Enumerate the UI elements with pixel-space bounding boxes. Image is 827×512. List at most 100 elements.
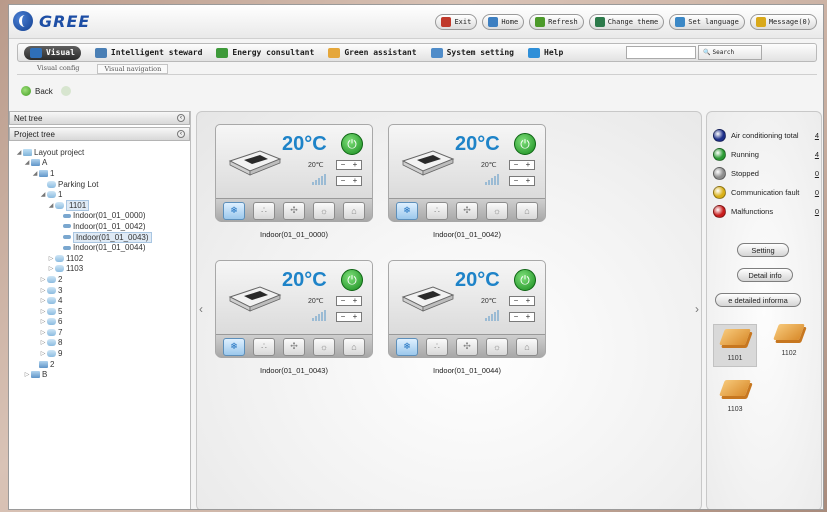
tree-toggle-icon[interactable]: ▷ — [39, 318, 47, 325]
menu-help[interactable]: Help — [528, 47, 563, 58]
status-count[interactable]: 0 — [809, 188, 819, 197]
tree-node[interactable]: ▷ 1103 — [9, 264, 190, 275]
tree-node[interactable]: ▷ 2 — [9, 274, 190, 285]
power-button-icon[interactable]: ⏻ — [514, 269, 536, 291]
tree-toggle-icon[interactable]: ▷ — [39, 308, 47, 315]
increase-temp-button[interactable]: + — [353, 297, 358, 305]
tree-toggle-icon[interactable]: ◢ — [15, 149, 23, 156]
temperature-stepper[interactable]: − + — [509, 160, 535, 170]
increase-temp-button[interactable]: + — [526, 161, 531, 169]
tree-toggle-icon[interactable]: ◢ — [39, 191, 47, 198]
auto-icon[interactable]: ⌂ — [343, 201, 365, 220]
decrease-fan-button[interactable]: − — [341, 313, 346, 321]
tree-node[interactable]: ▷ 1102 — [9, 253, 190, 264]
auto-icon[interactable]: ⌂ — [343, 337, 365, 356]
building-item[interactable]: 1102 — [767, 324, 811, 357]
tree-node[interactable]: ◢ 1 — [9, 168, 190, 179]
indoor-unit-card[interactable]: 20°C ⏻ 20℃ − + − + ❄ ∴ ✣ ☼ ⌂ — [388, 260, 546, 358]
collapse-icon[interactable]: ‹ — [177, 130, 185, 138]
indoor-unit-card[interactable]: 20°C ⏻ 20℃ − + − + ❄ ∴ ✣ ☼ ⌂ — [388, 124, 546, 222]
auto-icon[interactable]: ⌂ — [516, 201, 538, 220]
status-count[interactable]: 0 — [809, 169, 819, 178]
tree-node[interactable]: ▷ 3 — [9, 285, 190, 296]
auto-icon[interactable]: ⌂ — [516, 337, 538, 356]
tree-toggle-icon[interactable]: ▷ — [39, 287, 47, 294]
tree-toggle-icon[interactable]: ▷ — [39, 276, 47, 283]
top-action-change-theme[interactable]: Change theme — [588, 14, 665, 30]
detail-info-button[interactable]: Detail info — [737, 268, 793, 282]
fan-speed-stepper[interactable]: − + — [336, 312, 362, 322]
dry-icon[interactable]: ∴ — [426, 337, 448, 356]
decrease-temp-button[interactable]: − — [514, 297, 519, 305]
fan-icon[interactable]: ✣ — [283, 201, 305, 220]
top-action-message[interactable]: Message(0) — [749, 14, 817, 30]
cool-icon[interactable]: ❄ — [396, 337, 418, 356]
increase-temp-button[interactable]: + — [353, 161, 358, 169]
setting-button[interactable]: Setting — [737, 243, 789, 257]
tree-node[interactable]: Indoor(01_01_0000) — [9, 211, 190, 222]
decrease-fan-button[interactable]: − — [514, 313, 519, 321]
search-input[interactable] — [626, 46, 696, 59]
tree-node[interactable]: ▷ 5 — [9, 306, 190, 317]
cool-icon[interactable]: ❄ — [396, 201, 418, 220]
forward-arrow-icon[interactable] — [60, 86, 71, 96]
tree-node[interactable]: ▷ 8 — [9, 338, 190, 349]
fan-icon[interactable]: ✣ — [456, 201, 478, 220]
tree-node[interactable]: ◢ 1 — [9, 189, 190, 200]
tree-toggle-icon[interactable]: ▷ — [23, 371, 31, 378]
increase-fan-button[interactable]: + — [526, 313, 531, 321]
cool-icon[interactable]: ❄ — [223, 201, 245, 220]
tree-node[interactable]: Indoor(01_01_0042) — [9, 221, 190, 232]
status-count[interactable]: 4 — [809, 150, 819, 159]
fan-speed-stepper[interactable]: − + — [509, 176, 535, 186]
heat-icon[interactable]: ☼ — [486, 201, 508, 220]
back-button[interactable]: Back — [35, 87, 53, 96]
heat-icon[interactable]: ☼ — [313, 337, 335, 356]
scroll-right-icon[interactable]: › — [695, 302, 701, 322]
dry-icon[interactable]: ∴ — [426, 201, 448, 220]
tree-node[interactable]: ▷ 4 — [9, 295, 190, 306]
tree-toggle-icon[interactable]: ▷ — [39, 297, 47, 304]
power-button-icon[interactable]: ⏻ — [341, 133, 363, 155]
tree-node[interactable]: ▷ 7 — [9, 327, 190, 338]
tree-node[interactable]: ◢ Layout project — [9, 147, 190, 158]
top-action-home[interactable]: Home — [482, 14, 525, 30]
temperature-stepper[interactable]: − + — [336, 160, 362, 170]
increase-temp-button[interactable]: + — [526, 297, 531, 305]
increase-fan-button[interactable]: + — [353, 313, 358, 321]
tree-toggle-icon[interactable]: ▷ — [47, 255, 55, 262]
project-tree-header[interactable]: Project tree ‹ — [9, 127, 190, 141]
dry-icon[interactable]: ∴ — [253, 201, 275, 220]
building-item[interactable]: 1101 — [713, 324, 757, 367]
menu-energy-consultant[interactable]: Energy consultant — [216, 47, 314, 58]
net-tree-header[interactable]: Net tree ‹ — [9, 111, 190, 125]
increase-fan-button[interactable]: + — [353, 177, 358, 185]
top-action-set-language[interactable]: Set language — [669, 14, 745, 30]
tree-toggle-icon[interactable]: ▷ — [39, 329, 47, 336]
tree-toggle-icon[interactable]: ▷ — [47, 265, 55, 272]
tree-node[interactable]: 2 — [9, 359, 190, 370]
menu-green-assistant[interactable]: Green assistant — [328, 47, 417, 58]
subtab-visual-navigation[interactable]: Visual navigation — [97, 64, 169, 74]
status-count[interactable]: 4 — [809, 131, 819, 140]
tree-node[interactable]: ▷ 6 — [9, 317, 190, 328]
tree-node[interactable]: ▷ 9 — [9, 348, 190, 359]
fan-icon[interactable]: ✣ — [283, 337, 305, 356]
status-count[interactable]: 0 — [809, 207, 819, 216]
tree-toggle-icon[interactable]: ◢ — [47, 202, 55, 209]
power-button-icon[interactable]: ⏻ — [341, 269, 363, 291]
collapse-icon[interactable]: ‹ — [177, 114, 185, 122]
indoor-unit-card[interactable]: 20°C ⏻ 20℃ − + − + ❄ ∴ ✣ ☼ ⌂ — [215, 260, 373, 358]
search-button[interactable]: 🔍 Search — [698, 45, 762, 60]
top-action-exit[interactable]: Exit — [435, 14, 478, 30]
power-button-icon[interactable]: ⏻ — [514, 133, 536, 155]
more-detailed-info-button[interactable]: e detailed informa — [715, 293, 801, 307]
top-action-refresh[interactable]: Refresh — [529, 14, 584, 30]
tree-node[interactable]: Indoor(01_01_0043) — [9, 231, 190, 243]
tree-node[interactable]: Indoor(01_01_0044) — [9, 242, 190, 253]
tree-node[interactable]: ◢ 1101 — [9, 199, 190, 211]
dry-icon[interactable]: ∴ — [253, 337, 275, 356]
decrease-temp-button[interactable]: − — [514, 161, 519, 169]
temperature-stepper[interactable]: − + — [336, 296, 362, 306]
building-item[interactable]: 1103 — [713, 380, 757, 413]
